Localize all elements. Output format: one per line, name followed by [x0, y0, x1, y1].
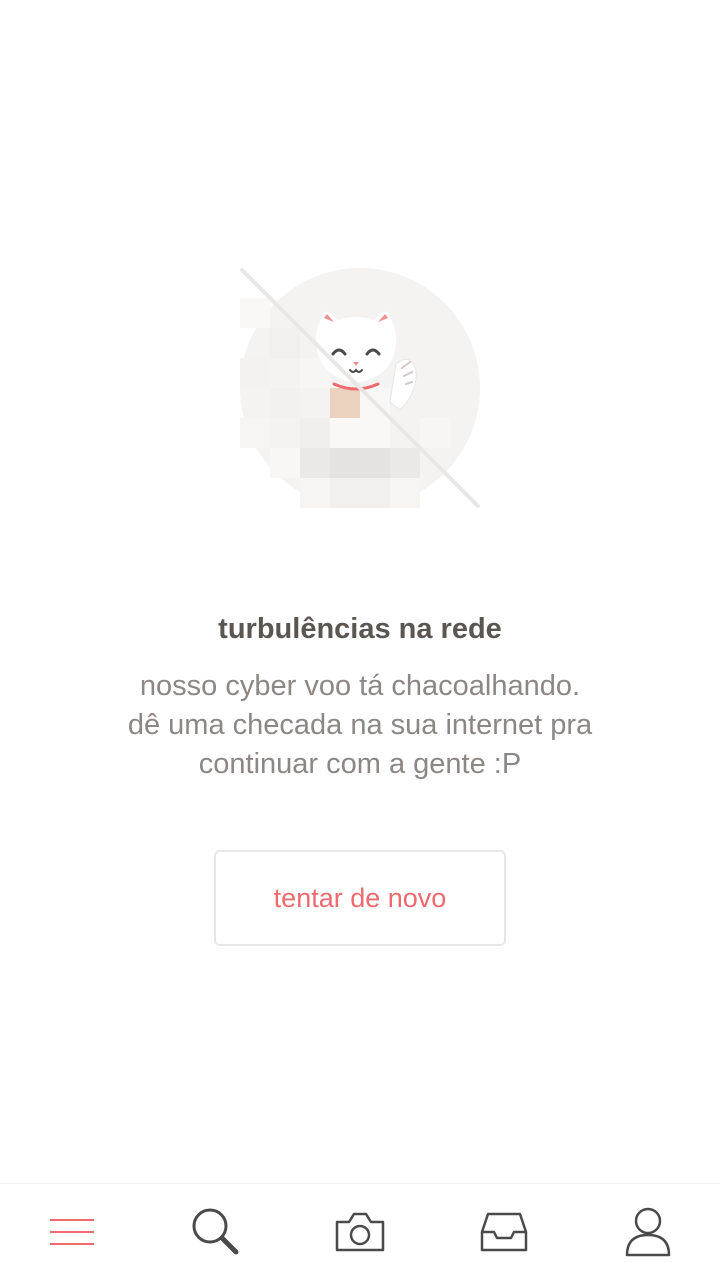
error-screen: turbulências na rede nosso cyber voo tá … — [0, 0, 720, 1280]
menu-icon — [50, 1219, 94, 1245]
error-message: nosso cyber voo tá chacoalhando. dê uma … — [60, 667, 660, 784]
nav-item-profile[interactable] — [576, 1184, 720, 1280]
error-message-line: nosso cyber voo tá chacoalhando. — [139, 670, 581, 702]
error-message-line: continuar com a gente :P — [198, 748, 522, 780]
nav-item-menu[interactable] — [0, 1184, 144, 1280]
inbox-icon — [480, 1212, 528, 1252]
bottom-nav — [0, 1183, 720, 1280]
camera-icon — [335, 1212, 385, 1252]
error-title: turbulências na rede — [218, 613, 502, 645]
lucky-cat-offline-illustration — [238, 266, 482, 510]
nav-item-search[interactable] — [144, 1184, 288, 1280]
error-message-line: dê uma checada na sua internet pra — [127, 709, 593, 741]
retry-button[interactable]: tentar de novo — [214, 850, 506, 946]
profile-icon — [625, 1207, 671, 1257]
nav-item-camera[interactable] — [288, 1184, 432, 1280]
nav-item-inbox[interactable] — [432, 1184, 576, 1280]
search-icon — [192, 1208, 239, 1255]
